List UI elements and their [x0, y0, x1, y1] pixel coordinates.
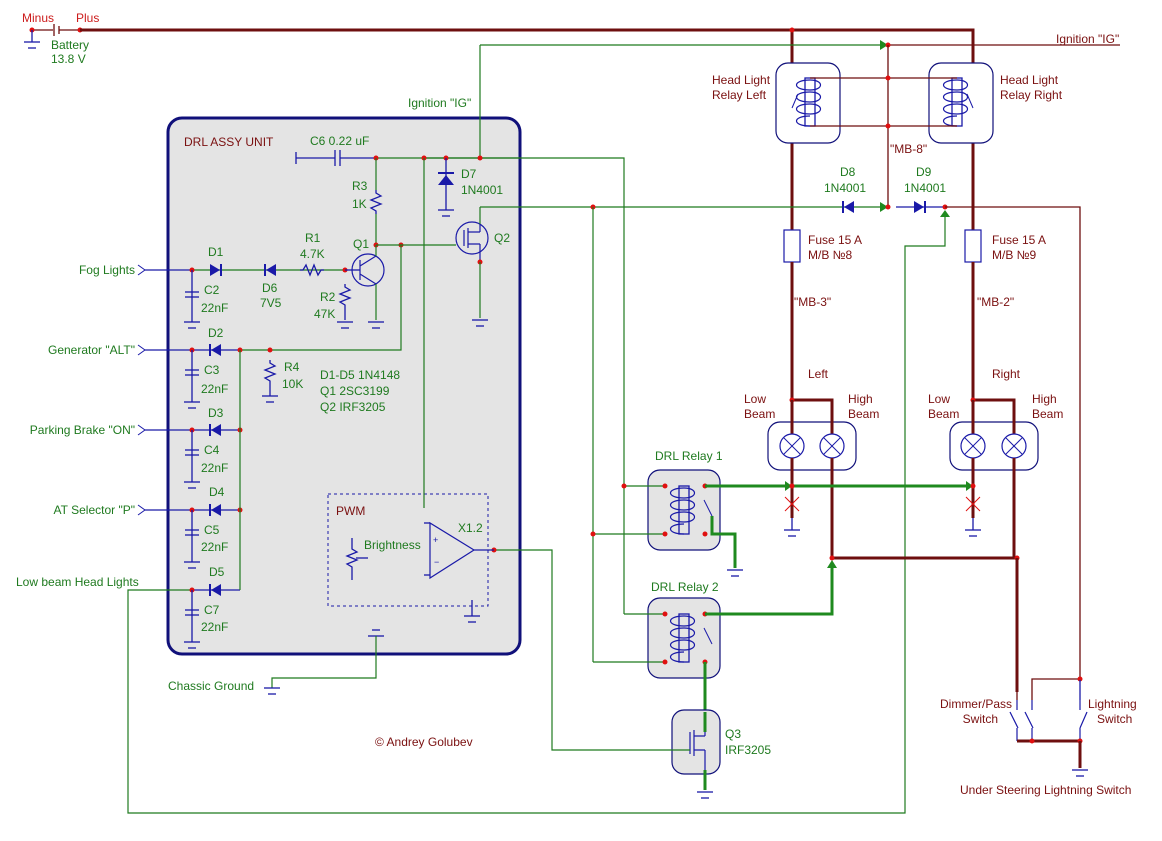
unit-title: DRL ASSY UNIT [184, 135, 274, 149]
input-low-beam: Low beam Head Lights [16, 575, 139, 589]
c4-value: 22nF [201, 461, 228, 475]
q3-value: IRF3205 [725, 743, 771, 757]
d6-name: D6 [262, 281, 278, 295]
parts-note-3: Q2 IRF3205 [320, 400, 386, 414]
r4-value: 10K [282, 377, 303, 391]
left-low-line1: Low [744, 392, 766, 406]
c2-value: 22nF [201, 301, 228, 315]
d7-value: 1N4001 [461, 183, 503, 197]
mb3-label: "MB-3" [794, 295, 831, 309]
parts-note-1: D1-D5 1N4148 [320, 368, 400, 382]
lamp-high-right [1001, 433, 1027, 459]
c4-name: C4 [204, 443, 220, 457]
lamp-high-left [819, 433, 845, 459]
relay-headlight-right [928, 62, 994, 144]
c2-name: C2 [204, 283, 220, 297]
r1-name: R1 [305, 231, 321, 245]
left-low-line2: Beam [744, 407, 775, 421]
lamp-low-right [960, 433, 986, 459]
relay-headlight-left [775, 62, 841, 144]
battery-voltage: 13.8 V [51, 52, 86, 66]
r3-value: 1K [352, 197, 367, 211]
fuse-right [964, 229, 982, 263]
drl-relay-2-label: DRL Relay 2 [651, 580, 719, 594]
input-at-selector: AT Selector "P" [54, 503, 135, 517]
q3-name: Q3 [725, 727, 741, 741]
brightness-label: Brightness [364, 538, 421, 552]
d6-value: 7V5 [260, 296, 282, 310]
c6-label: C6 0.22 uF [310, 134, 369, 148]
hl-relay-left-line1: Head Light [712, 73, 771, 87]
c3-name: C3 [204, 363, 220, 377]
d9-name: D9 [916, 165, 932, 179]
r1-value: 4.7K [300, 247, 325, 261]
fuse-right-ref: M/B №9 [992, 248, 1037, 262]
left-high-line2: Beam [848, 407, 879, 421]
pwm-title: PWM [336, 504, 365, 518]
lamp-low-left [779, 433, 805, 459]
lightning-switch-line2: Switch [1097, 712, 1132, 726]
parts-note-2: Q1 2SC3199 [320, 384, 390, 398]
input-parking-brake: Parking Brake "ON" [30, 423, 135, 437]
fuse-left [783, 229, 801, 263]
d4-label: D4 [209, 485, 225, 499]
right-low-line1: Low [928, 392, 950, 406]
right-low-line2: Beam [928, 407, 959, 421]
battery-name: Battery [51, 38, 89, 52]
fuse-left-ref: M/B №8 [808, 248, 853, 262]
c5-name: C5 [204, 523, 220, 537]
q2-label: Q2 [494, 231, 510, 245]
mb2-label: "MB-2" [977, 295, 1014, 309]
q3-mosfet [671, 709, 721, 775]
dimmer-switch-line2: Switch [963, 712, 998, 726]
c5-value: 22nF [201, 540, 228, 554]
input-fog-lights: Fog Lights [79, 263, 135, 277]
copyright: © Andrey Golubev [375, 735, 473, 749]
drl-relay-1-label: DRL Relay 1 [655, 449, 723, 463]
hl-relay-right-line1: Head Light [1000, 73, 1059, 87]
left-high-line1: High [848, 392, 873, 406]
hl-relay-right-line2: Relay Right [1000, 88, 1063, 102]
d7-name: D7 [461, 167, 477, 181]
dimmer-switch-line1: Dimmer/Pass [940, 697, 1012, 711]
d5-label: D5 [209, 565, 225, 579]
schematic-canvas: + − Minus Plus Battery 13.8 V Ignition "I… [16, 11, 1137, 814]
right-high-line1: High [1032, 392, 1057, 406]
d1-label: D1 [208, 245, 224, 259]
hl-relay-left-line2: Relay Left [712, 88, 767, 102]
svg-text:−: − [434, 557, 439, 567]
r2-value: 47K [314, 307, 335, 321]
input-generator-alt: Generator "ALT" [48, 343, 135, 357]
d2-label: D2 [208, 326, 224, 340]
amp-label: X1.2 [458, 521, 483, 535]
r4-name: R4 [284, 360, 300, 374]
fuse-left-name: Fuse 15 A [808, 233, 862, 247]
c7-value: 22nF [201, 620, 228, 634]
battery-minus-label: Minus [22, 11, 54, 25]
mb8-label: "MB-8" [890, 142, 927, 156]
c7-name: C7 [204, 603, 220, 617]
ignition-right-label: Ignition "IG" [1056, 32, 1119, 46]
r2-name: R2 [320, 290, 336, 304]
c3-value: 22nF [201, 382, 228, 396]
unit-ignition-label: Ignition "IG" [408, 96, 471, 110]
d8-value: 1N4001 [824, 181, 866, 195]
d3-label: D3 [208, 406, 224, 420]
right-high-line2: Beam [1032, 407, 1063, 421]
d8-name: D8 [840, 165, 856, 179]
q1-label: Q1 [353, 237, 369, 251]
lamps-left-label: Left [808, 367, 829, 381]
fuse-right-name: Fuse 15 A [992, 233, 1046, 247]
lamps-right-label: Right [992, 367, 1021, 381]
battery-plus-label: Plus [76, 11, 99, 25]
switch-caption: Under Steering Lightning Switch [960, 783, 1131, 797]
svg-text:+: + [433, 535, 438, 545]
r3-name: R3 [352, 179, 368, 193]
d9-value: 1N4001 [904, 181, 946, 195]
chassis-ground-label: Chassic Ground [168, 679, 254, 693]
lightning-switch-line1: Lightning [1088, 697, 1137, 711]
